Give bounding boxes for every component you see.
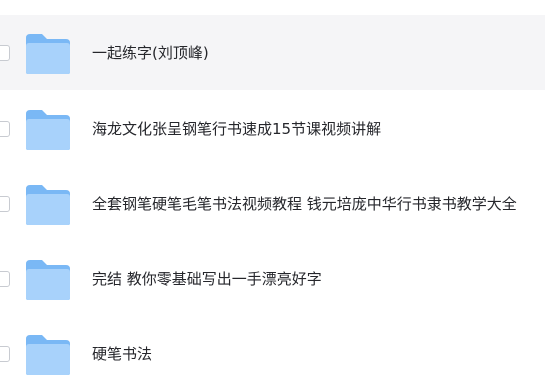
folder-name[interactable]: 完结 教你零基础写出一手漂亮好字: [92, 269, 322, 289]
folder-name[interactable]: 全套钢笔硬笔毛笔书法视频教程 钱元培庞中华行书隶书教学大全: [92, 194, 517, 214]
row-checkbox[interactable]: [0, 196, 10, 212]
row-checkbox[interactable]: [0, 121, 10, 137]
folder-icon: [26, 110, 70, 150]
folder-icon: [26, 335, 70, 375]
list-item[interactable]: 完结 教你零基础写出一手漂亮好字: [0, 241, 545, 316]
list-item[interactable]: 海龙文化张呈钢笔行书速成15节课视频讲解: [0, 91, 545, 166]
list-item[interactable]: 全套钢笔硬笔毛笔书法视频教程 钱元培庞中华行书隶书教学大全: [0, 166, 545, 241]
folder-name[interactable]: 一起练字(刘顶峰): [92, 43, 209, 63]
row-checkbox[interactable]: [0, 45, 10, 61]
folder-name[interactable]: 硬笔书法: [92, 344, 152, 364]
file-list: 一起练字(刘顶峰) 海龙文化张呈钢笔行书速成15节课视频讲解 全套钢笔硬笔毛笔书…: [0, 0, 545, 382]
list-item[interactable]: 硬笔书法: [0, 316, 545, 382]
row-checkbox[interactable]: [0, 271, 10, 287]
row-checkbox[interactable]: [0, 346, 10, 362]
list-item[interactable]: 一起练字(刘顶峰): [0, 15, 545, 90]
folder-icon: [26, 185, 70, 225]
folder-name[interactable]: 海龙文化张呈钢笔行书速成15节课视频讲解: [92, 119, 381, 139]
folder-icon: [26, 34, 70, 74]
folder-icon: [26, 260, 70, 300]
